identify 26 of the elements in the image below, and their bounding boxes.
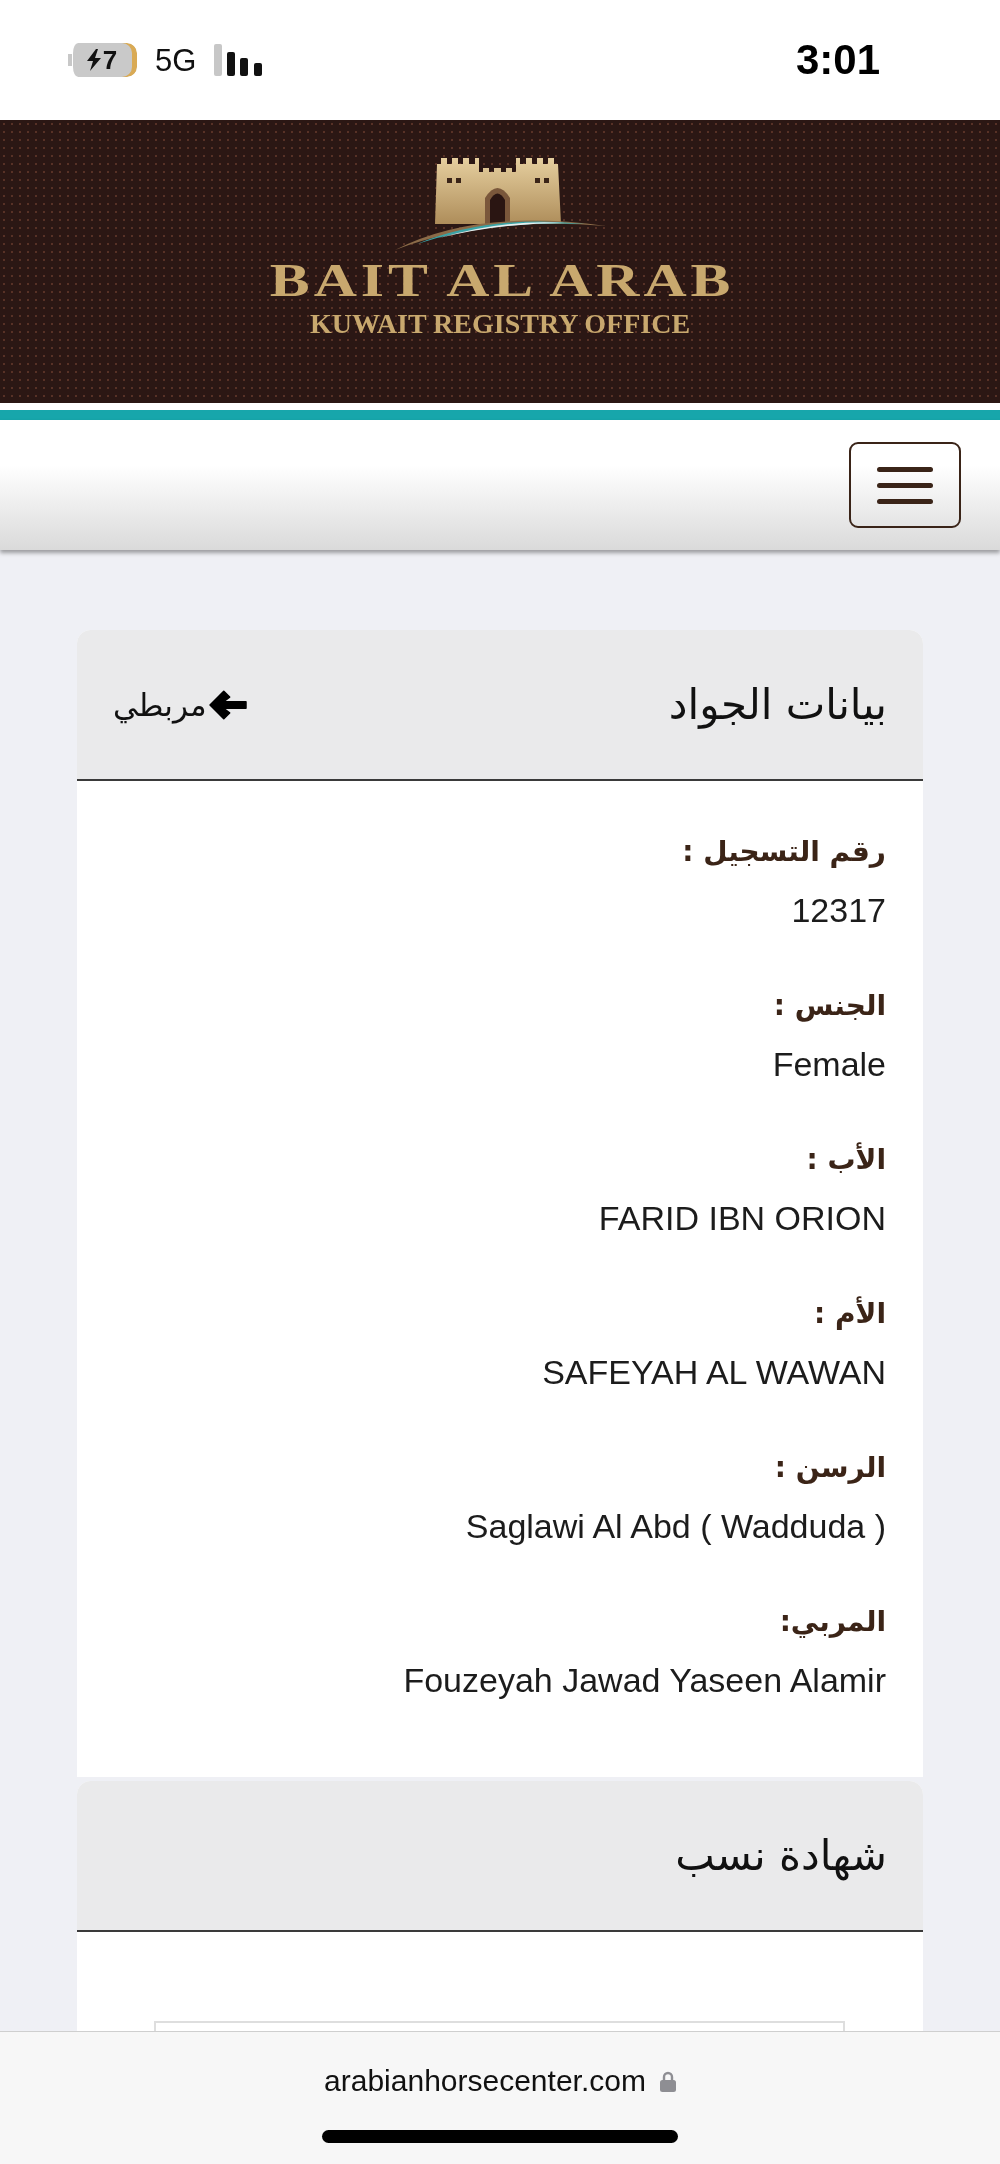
field-label: رقم التسجيل : xyxy=(682,834,886,870)
menu-icon xyxy=(877,466,933,504)
field-value: 12317 xyxy=(791,890,886,931)
arrow-left-icon xyxy=(208,688,247,721)
lock-icon xyxy=(659,2070,676,2092)
field-value: FARID IBN ORION xyxy=(598,1198,886,1239)
field-label: الرسن : xyxy=(774,1450,886,1486)
field-label: الأب : xyxy=(806,1141,886,1178)
back-link[interactable]: مربطي xyxy=(113,682,247,727)
field-value: Saglawi Al Abd ( Wadduda ) xyxy=(465,1506,886,1547)
field-label: الجنس : xyxy=(773,988,886,1024)
card-title: بيانات الجواد xyxy=(668,678,887,731)
logo-subtitle: KUWAIT REGISTRY OFFICE xyxy=(309,308,691,340)
menu-button[interactable] xyxy=(849,442,961,528)
card-title: شهادة نسب xyxy=(675,1829,887,1883)
clock-time: 3:01 xyxy=(795,39,880,81)
field-value: SAFEYAH AL WAWAN xyxy=(542,1352,886,1393)
network-label: 5G xyxy=(155,44,197,76)
field-label: المربي: xyxy=(779,1604,886,1640)
url-text[interactable]: arabianhorsecenter.com xyxy=(324,2063,646,2099)
logo-title: BAIT AL ARAB xyxy=(268,258,735,304)
signal-bars-icon xyxy=(214,44,264,76)
field-label: الأم : xyxy=(814,1295,886,1332)
field-value: Fouzeyah Jawad Yaseen Alamir xyxy=(403,1660,886,1701)
battery-percent: 7 xyxy=(102,47,118,73)
field-value: Female xyxy=(772,1044,886,1085)
